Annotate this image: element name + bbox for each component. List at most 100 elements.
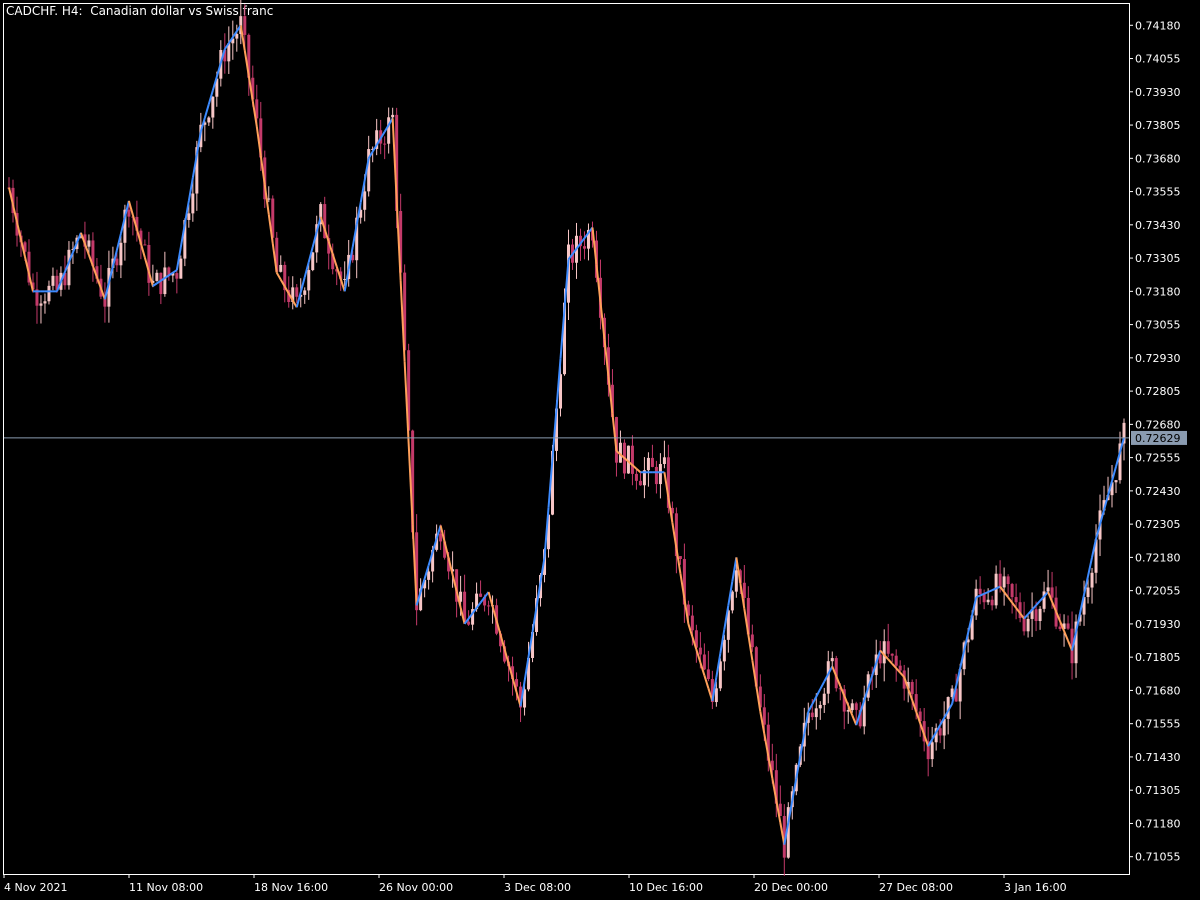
y-tick-label: 0.73180 bbox=[1135, 285, 1181, 298]
candle-body bbox=[818, 704, 822, 709]
candle-body bbox=[1046, 587, 1050, 592]
x-tick-label: 4 Nov 2021 bbox=[4, 881, 67, 894]
candle-body bbox=[854, 703, 858, 710]
indicator-line-segment bbox=[675, 547, 682, 574]
indicator-line-segment bbox=[1035, 600, 1041, 606]
y-tick-label: 0.71180 bbox=[1135, 817, 1181, 830]
candle-body bbox=[1026, 618, 1030, 632]
y-tick-label: 0.71555 bbox=[1135, 718, 1181, 731]
candle-body bbox=[810, 712, 814, 718]
price-chart[interactable]: 0.74180 0.74055 0.73930 0.73805 0.73680 0.735… bbox=[0, 0, 1200, 900]
candle-body bbox=[343, 278, 347, 280]
indicator-line-segment bbox=[1063, 630, 1069, 642]
indicator-line-segment bbox=[983, 591, 989, 595]
candle-body bbox=[998, 573, 1002, 588]
candle-body bbox=[143, 244, 147, 246]
candle-body bbox=[690, 615, 694, 631]
indicator-line-segment bbox=[1003, 591, 1009, 598]
candle-body bbox=[115, 258, 119, 266]
candle-body bbox=[51, 275, 55, 286]
y-tick-label: 0.72305 bbox=[1135, 518, 1181, 531]
candle-body bbox=[822, 693, 826, 705]
indicator-line-segment bbox=[183, 200, 190, 225]
x-tick-label: 27 Dec 08:00 bbox=[879, 881, 953, 894]
candle-body bbox=[982, 594, 986, 603]
candle-body bbox=[630, 445, 634, 474]
current-price-text: 0.72629 bbox=[1135, 432, 1181, 445]
candle-body bbox=[1050, 587, 1054, 598]
x-tick-label: 11 Nov 08:00 bbox=[129, 881, 203, 894]
candle-body bbox=[654, 466, 658, 485]
indicator-line-segment bbox=[139, 243, 146, 258]
indicator-line-segment bbox=[1007, 596, 1013, 604]
x-tick-label: 20 Dec 00:00 bbox=[754, 881, 828, 894]
candle-body bbox=[387, 117, 391, 144]
candle-body bbox=[734, 570, 738, 592]
y-tick-label: 0.72180 bbox=[1135, 551, 1181, 564]
indicator-line-segment bbox=[1011, 602, 1017, 609]
indicator-line-segment bbox=[1111, 466, 1117, 482]
candle-body bbox=[882, 641, 886, 664]
candle-body bbox=[990, 599, 994, 606]
indicator-line-segment bbox=[487, 591, 494, 607]
y-tick-label: 0.73680 bbox=[1135, 152, 1181, 165]
indicator-line-segment bbox=[172, 269, 178, 274]
indicator-line-segment bbox=[343, 268, 350, 292]
indicator-line-segment bbox=[299, 276, 306, 293]
y-tick-label: 0.73055 bbox=[1135, 319, 1181, 332]
candle-body bbox=[87, 240, 91, 247]
candle-body bbox=[383, 143, 387, 145]
y-tick-label: 0.71430 bbox=[1135, 751, 1181, 764]
candle-body bbox=[722, 639, 726, 662]
indicator-line-segment bbox=[275, 272, 282, 281]
indicator-line-segment bbox=[152, 282, 158, 287]
candle-body bbox=[1002, 576, 1006, 588]
candle-body bbox=[1038, 608, 1042, 621]
candle-body bbox=[678, 556, 682, 559]
candle-body bbox=[191, 193, 195, 214]
candle-body bbox=[39, 303, 43, 306]
indicator-line-segment bbox=[819, 681, 826, 690]
y-tick-label: 0.73305 bbox=[1135, 252, 1181, 265]
candle-body bbox=[658, 464, 662, 485]
candle-body bbox=[427, 571, 431, 580]
candle-body bbox=[279, 264, 283, 272]
candle-body bbox=[730, 591, 734, 611]
y-tick-label: 0.73930 bbox=[1135, 86, 1181, 99]
candle-body bbox=[1034, 609, 1038, 621]
y-tick-label: 0.72430 bbox=[1135, 485, 1181, 498]
candle-body bbox=[650, 457, 654, 467]
candle-body bbox=[910, 681, 914, 695]
candle-body bbox=[890, 653, 894, 656]
candle-body bbox=[750, 634, 754, 648]
y-tick-label: 0.72680 bbox=[1135, 418, 1181, 431]
indicator-line-segment bbox=[807, 703, 814, 713]
indicator-line-segment bbox=[1031, 604, 1037, 611]
indicator-line-segment bbox=[203, 103, 210, 119]
candle-body bbox=[1022, 618, 1026, 632]
time-axis: 4 Nov 2021 11 Nov 08:00 18 Nov 16:00 26 Nov… bbox=[3, 874, 1067, 894]
candle-body bbox=[467, 621, 471, 625]
candle-body bbox=[814, 708, 818, 718]
candle-body bbox=[211, 96, 215, 118]
chart-window[interactable]: CADCHF. H4: Canadian dollar vs Swiss fra… bbox=[0, 0, 1200, 900]
y-tick-label: 0.72055 bbox=[1135, 585, 1181, 598]
candle-body bbox=[1086, 587, 1090, 598]
candle-body bbox=[886, 641, 890, 654]
candle-body bbox=[986, 599, 990, 603]
candle-body bbox=[706, 669, 710, 680]
candle-body bbox=[638, 480, 642, 486]
current-price-label: 0.72629 bbox=[1131, 430, 1187, 445]
y-tick-label: 0.74180 bbox=[1135, 19, 1181, 32]
candle-body bbox=[363, 191, 367, 210]
candle-body bbox=[207, 117, 211, 123]
x-tick-label: 18 Nov 16:00 bbox=[254, 881, 328, 894]
candle-body bbox=[714, 688, 718, 703]
candle-body bbox=[1114, 480, 1118, 483]
candle-body bbox=[1090, 572, 1094, 588]
candle-body bbox=[898, 665, 902, 671]
candle-body bbox=[479, 593, 483, 597]
candle-body bbox=[43, 301, 47, 304]
candle-body bbox=[938, 728, 942, 736]
y-tick-label: 0.71305 bbox=[1135, 784, 1181, 797]
